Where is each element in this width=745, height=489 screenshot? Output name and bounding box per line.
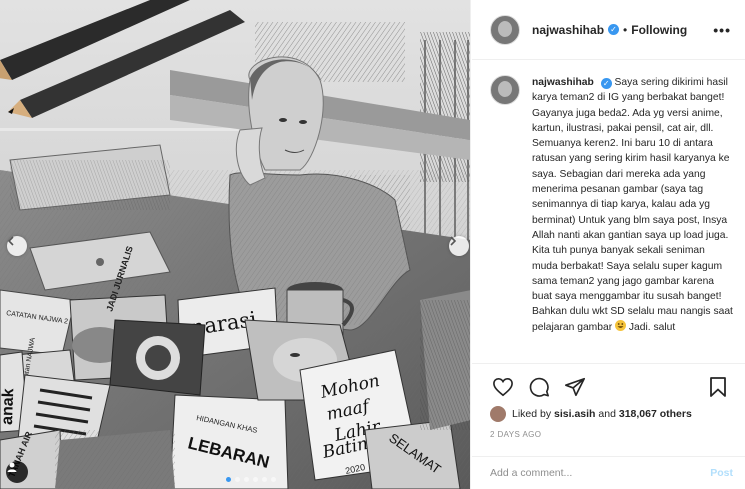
chevron-left-icon (7, 236, 14, 246)
post-comment-button[interactable]: Post (710, 467, 733, 479)
pencil-drawing-artwork: CATATAN NAJWA 2 JADI JURNALIS narasi Cat… (0, 0, 470, 489)
following-button[interactable]: Following (631, 23, 687, 37)
like-button[interactable] (490, 374, 516, 400)
recipe-book: HIDANGAN KHAS LEBARAN (169, 394, 289, 489)
heart-icon (493, 377, 513, 397)
logo-tile (109, 319, 206, 396)
caption-author-avatar[interactable] (490, 75, 520, 105)
carousel-next-button[interactable] (449, 236, 469, 256)
save-button[interactable] (705, 374, 731, 400)
action-icon-row (490, 374, 731, 400)
carousel-dot (235, 477, 240, 482)
carousel-dot (244, 477, 249, 482)
verified-badge-icon: ✓ (608, 24, 620, 35)
likes-prefix: Liked by (512, 408, 552, 420)
caption: najwashihab ✓ Saya sering dikirimi hasil… (532, 75, 733, 363)
share-button[interactable] (562, 374, 588, 400)
book-catatan-najwa-2: CATATAN NAJWA 2 (0, 289, 76, 356)
carousel-dot (253, 477, 258, 482)
post-side-panel: najwashihab ✓ • Following ••• najwashiha… (472, 0, 745, 489)
author-username[interactable]: najwashihab (532, 23, 604, 37)
header-separator: • (623, 22, 628, 37)
bookmark-icon (710, 377, 726, 397)
carousel-dot (271, 477, 276, 482)
likes-connector: and (598, 408, 616, 420)
share-icon (565, 377, 585, 397)
grinning-face-emoji-icon (615, 319, 627, 331)
carousel-indicator (226, 477, 276, 482)
user-tag-icon (7, 462, 17, 472)
verified-badge-icon: ✓ (600, 78, 612, 90)
caption-text: Saya sering dikirimi hasil karya teman2 … (532, 77, 733, 333)
first-liker-username[interactable]: sisi.asih (554, 408, 595, 420)
likes-summary: Liked by sisi.asih and 318,067 others (490, 406, 731, 422)
post-timestamp[interactable]: 2 DAYS AGO (490, 430, 731, 439)
post-photo[interactable]: CATATAN NAJWA 2 JADI JURNALIS narasi Cat… (0, 0, 471, 489)
book4-title: anak (0, 388, 17, 425)
comment-icon (529, 377, 549, 397)
comment-input[interactable] (490, 467, 711, 479)
caption-scroll-area[interactable]: najwashihab ✓ Saya sering dikirimi hasil… (472, 61, 745, 363)
carousel-dot (262, 477, 267, 482)
chevron-right-icon (450, 236, 457, 246)
post-header: najwashihab ✓ • Following ••• (472, 0, 745, 60)
post-actions: Liked by sisi.asih and 318,067 others 2 … (472, 363, 745, 439)
comment-button[interactable] (526, 374, 552, 400)
more-options-button[interactable]: ••• (713, 22, 731, 38)
tagged-users-button[interactable] (6, 461, 28, 483)
carousel-prev-button[interactable] (7, 236, 27, 256)
caption-username[interactable]: najwashihab (532, 77, 594, 88)
author-avatar[interactable] (490, 14, 520, 45)
add-comment-form: Post (472, 456, 745, 489)
likes-count-link[interactable]: 318,067 others (619, 408, 692, 420)
liker-avatar[interactable] (490, 406, 506, 422)
carousel-dot (226, 477, 231, 482)
caption-text-tail: Jadi. salut (628, 321, 676, 333)
selamat-card: SELAMAT (364, 419, 461, 489)
